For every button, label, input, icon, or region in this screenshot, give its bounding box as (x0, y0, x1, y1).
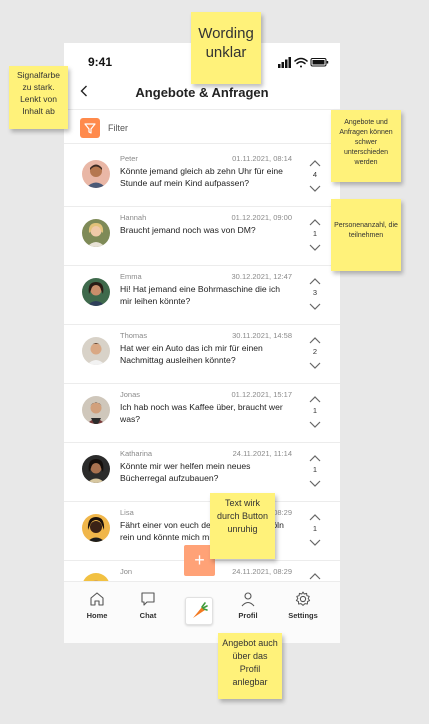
post-author: Thomas (120, 331, 148, 340)
list-item[interactable]: Peter 01.11.2021, 08:14 Könnte jemand gl… (64, 147, 340, 207)
home-icon (90, 592, 104, 606)
post-author: Jonas (120, 390, 141, 399)
post-author: Hannah (120, 213, 147, 222)
signal-icon (278, 57, 291, 68)
tab-settings[interactable]: Settings (278, 590, 328, 620)
filter-label[interactable]: Filter (108, 123, 128, 133)
tab-home-label: Home (86, 611, 108, 620)
vote-count: 1 (312, 229, 318, 238)
downvote-icon[interactable] (308, 302, 322, 312)
post-text: Könnte jemand gleich ab zehn Uhr für ein… (120, 166, 283, 188)
bottom-tab-bar: Home Chat Profil Settings (64, 581, 340, 643)
upvote-icon[interactable] (308, 453, 322, 463)
carrot-logo-icon (193, 602, 208, 618)
avatar (82, 337, 110, 365)
downvote-icon[interactable] (308, 361, 322, 371)
post-author: Jon (120, 567, 133, 576)
tab-settings-label: Settings (288, 611, 318, 620)
downvote-icon[interactable] (308, 184, 322, 194)
vote-count: 3 (312, 288, 318, 297)
post-text: Könnte mir wer helfen mein neues Bücherr… (120, 461, 251, 483)
vote-count: 1 (312, 406, 318, 415)
sticky-note-wording: Wording unklar (191, 12, 261, 84)
vote-count: 4 (312, 170, 318, 179)
post-text: Braucht jemand noch was von DM? (120, 225, 256, 235)
sticky-note-button-text: Text wirk durch Button unruhig (210, 493, 275, 559)
phone-screen: 9:41 Angebote & Anfragen Filter Peter 01… (64, 43, 340, 643)
post-author: Emma (120, 272, 142, 281)
upvote-icon[interactable] (308, 394, 322, 404)
vote-count: 2 (312, 347, 318, 356)
tab-profile-label: Profil (238, 611, 258, 620)
sticky-note-distinguish: Angebote und Anfragen können schwer unte… (331, 110, 401, 182)
post-date: 30.12.2021, 12:47 (231, 272, 292, 281)
post-date: 30.11.2021, 14:58 (232, 331, 292, 340)
post-text: Hi! Hat jemand eine Bohrmaschine die ich… (120, 284, 281, 306)
list-item[interactable]: Hannah 01.12.2021, 09:00 Braucht jemand … (64, 206, 340, 266)
avatar (82, 396, 110, 424)
gear-icon (295, 591, 311, 606)
vote-control: 1 (308, 214, 322, 258)
battery-icon (310, 58, 329, 67)
upvote-icon[interactable] (308, 158, 322, 168)
list-item[interactable]: Katharina 24.11.2021, 11:14 Könnte mir w… (64, 442, 340, 502)
avatar (82, 514, 110, 542)
sticky-note-offer-profile: Angebot auch über das Profil anlegbar (218, 633, 282, 699)
upvote-icon[interactable] (308, 217, 322, 227)
status-icons (278, 55, 330, 68)
avatar (82, 160, 110, 188)
post-author: Peter (120, 154, 138, 163)
vote-count: 1 (312, 465, 318, 474)
wifi-icon (294, 57, 308, 68)
post-date: 24.11.2021, 08:29 (232, 567, 292, 576)
sticky-note-signal-color: Signalfarbe zu stark. Lenkt von Inhalt a… (9, 66, 68, 129)
downvote-icon[interactable] (308, 479, 322, 489)
list-item[interactable]: Thomas 30.11.2021, 14:58 Hat wer ein Aut… (64, 324, 340, 384)
page-title: Angebote & Anfragen (135, 85, 269, 100)
vote-control: 1 (308, 391, 322, 435)
post-date: 01.11.2021, 08:14 (232, 154, 292, 163)
tab-chat[interactable]: Chat (123, 590, 173, 620)
vote-control: 1 (308, 450, 322, 494)
avatar (82, 219, 110, 247)
avatar (82, 278, 110, 306)
vote-count: 1 (312, 524, 318, 533)
vote-control: 2 (308, 332, 322, 376)
filter-bar: Filter (64, 113, 340, 144)
list-item[interactable]: Emma 30.12.2021, 12:47 Hi! Hat jemand ei… (64, 265, 340, 325)
post-date: 24.11.2021, 11:14 (232, 449, 292, 458)
list-item[interactable]: Jonas 01.12.2021, 15:17 Ich hab noch was… (64, 383, 340, 443)
tab-home[interactable]: Home (72, 590, 122, 620)
downvote-icon[interactable] (308, 243, 322, 253)
avatar (82, 455, 110, 483)
carrot-logo-button[interactable] (185, 597, 213, 625)
post-author: Lisa (120, 508, 134, 517)
upvote-icon[interactable] (308, 276, 322, 286)
post-date: 01.12.2021, 15:17 (231, 390, 292, 399)
downvote-icon[interactable] (308, 538, 322, 548)
status-time: 9:41 (88, 55, 113, 69)
upvote-icon[interactable] (308, 571, 322, 581)
tab-profile[interactable]: Profil (223, 590, 273, 620)
tab-chat-label: Chat (139, 611, 157, 620)
vote-control: 3 (308, 273, 322, 317)
filter-icon (84, 123, 96, 134)
upvote-icon[interactable] (308, 512, 322, 522)
downvote-icon[interactable] (308, 420, 322, 430)
post-text: Ich hab noch was Kaffee über, braucht we… (120, 402, 283, 424)
filter-button[interactable] (80, 118, 100, 138)
vote-control: 1 (308, 509, 322, 553)
chat-icon (141, 592, 155, 606)
profile-icon (241, 592, 255, 607)
upvote-icon[interactable] (308, 335, 322, 345)
vote-control: 4 (308, 155, 322, 199)
post-author: Katharina (120, 449, 153, 458)
post-date: 01.12.2021, 09:00 (231, 213, 292, 222)
post-text: Hat wer ein Auto das ich mir für einen N… (120, 343, 263, 365)
sticky-note-persons: Personenanzahl, die teilnehmen (331, 199, 401, 271)
